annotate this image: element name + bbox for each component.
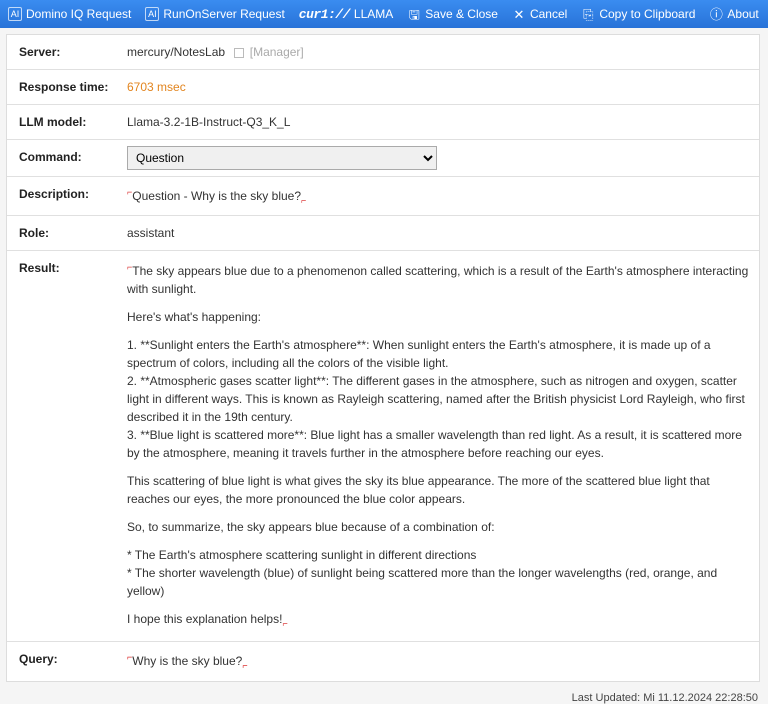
- runonserver-label: RunOnServer Request: [163, 7, 284, 21]
- info-icon: ⓘ: [709, 7, 723, 21]
- value-server: mercury/NotesLab [Manager]: [119, 35, 759, 69]
- rt-end-icon: ⌐: [242, 661, 247, 671]
- value-role: assistant: [119, 216, 759, 250]
- row-llmmodel: LLM model: Llama-3.2-1B-Instruct-Q3_K_L: [7, 105, 759, 140]
- run-icon: AI: [145, 7, 159, 21]
- server-role: [Manager]: [250, 45, 304, 59]
- rt-end-icon: ⌐: [282, 619, 287, 629]
- result-l3: 3. **Blue light is scattered more**: Blu…: [127, 426, 751, 462]
- toolbar: AI Domino IQ Request AI RunOnServer Requ…: [0, 0, 768, 28]
- label-role: Role:: [7, 216, 119, 250]
- result-p3: This scattering of blue light is what gi…: [127, 472, 751, 508]
- value-responsetime: 6703 msec: [119, 70, 759, 104]
- server-name: mercury/NotesLab: [127, 45, 225, 59]
- cancel-icon: ✕: [512, 7, 526, 21]
- result-b1: * The Earth's atmosphere scattering sunl…: [127, 546, 751, 564]
- rt-end-icon: ⌐: [301, 195, 306, 205]
- label-responsetime: Response time:: [7, 70, 119, 104]
- value-result[interactable]: ⌐ The sky appears blue due to a phenomeno…: [119, 251, 759, 641]
- cancel-button[interactable]: ✕ Cancel: [512, 7, 567, 21]
- label-result: Result:: [7, 251, 119, 641]
- curl-icon: cur1://: [299, 7, 350, 22]
- saveclose-label: Save & Close: [425, 7, 498, 21]
- row-result: Result: ⌐ The sky appears blue due to a p…: [7, 251, 759, 642]
- description-text: Question - Why is the sky blue?: [132, 189, 301, 203]
- server-role-indicator: [Manager]: [234, 45, 303, 59]
- copyclipboard-button[interactable]: ⎘ Copy to Clipboard: [581, 7, 695, 21]
- result-b2: * The shorter wavelength (blue) of sunli…: [127, 564, 751, 600]
- value-command: Question: [119, 140, 759, 176]
- row-role: Role: assistant: [7, 216, 759, 251]
- footer-lastupdated: Last Updated: Mi 11.12.2024 22:28:50: [0, 688, 768, 704]
- value-llmmodel: Llama-3.2-1B-Instruct-Q3_K_L: [119, 105, 759, 139]
- row-description: Description: ⌐Question - Why is the sky …: [7, 177, 759, 216]
- label-server: Server:: [7, 35, 119, 69]
- llama-button[interactable]: cur1:// LLAMA: [299, 7, 393, 22]
- dominoiq-button[interactable]: AI Domino IQ Request: [8, 7, 131, 21]
- row-command: Command: Question: [7, 140, 759, 177]
- value-description[interactable]: ⌐Question - Why is the sky blue?⌐: [119, 177, 759, 215]
- query-text: Why is the sky blue?: [132, 654, 242, 668]
- label-llmmodel: LLM model:: [7, 105, 119, 139]
- saveclose-button[interactable]: 🖫 Save & Close: [407, 7, 498, 21]
- result-l1: 1. **Sunlight enters the Earth's atmosph…: [127, 336, 751, 372]
- row-query: Query: ⌐Why is the sky blue?⌐: [7, 642, 759, 680]
- command-select[interactable]: Question: [127, 146, 437, 170]
- llama-label: LLAMA: [354, 7, 393, 21]
- label-command: Command:: [7, 140, 119, 176]
- result-p2: Here's what's happening:: [127, 308, 751, 326]
- row-responsetime: Response time: 6703 msec: [7, 70, 759, 105]
- result-l2: 2. **Atmospheric gases scatter light**: …: [127, 372, 751, 426]
- about-button[interactable]: ⓘ About: [709, 7, 758, 21]
- label-description: Description:: [7, 177, 119, 215]
- runonserver-button[interactable]: AI RunOnServer Request: [145, 7, 284, 21]
- form-container: Server: mercury/NotesLab [Manager] Respo…: [6, 34, 760, 682]
- ai-icon: AI: [8, 7, 22, 21]
- copyclipboard-label: Copy to Clipboard: [599, 7, 695, 21]
- about-label: About: [727, 7, 758, 21]
- dominoiq-label: Domino IQ Request: [26, 7, 131, 21]
- save-icon: 🖫: [407, 7, 421, 21]
- result-p5: I hope this explanation helps!: [127, 612, 282, 626]
- square-icon: [234, 48, 244, 58]
- copy-icon: ⎘: [581, 7, 595, 21]
- label-query: Query:: [7, 642, 119, 680]
- value-query[interactable]: ⌐Why is the sky blue?⌐: [119, 642, 759, 680]
- cancel-label: Cancel: [530, 7, 567, 21]
- result-p1: The sky appears blue due to a phenomenon…: [127, 264, 748, 296]
- result-p4: So, to summarize, the sky appears blue b…: [127, 518, 751, 536]
- row-server: Server: mercury/NotesLab [Manager]: [7, 35, 759, 70]
